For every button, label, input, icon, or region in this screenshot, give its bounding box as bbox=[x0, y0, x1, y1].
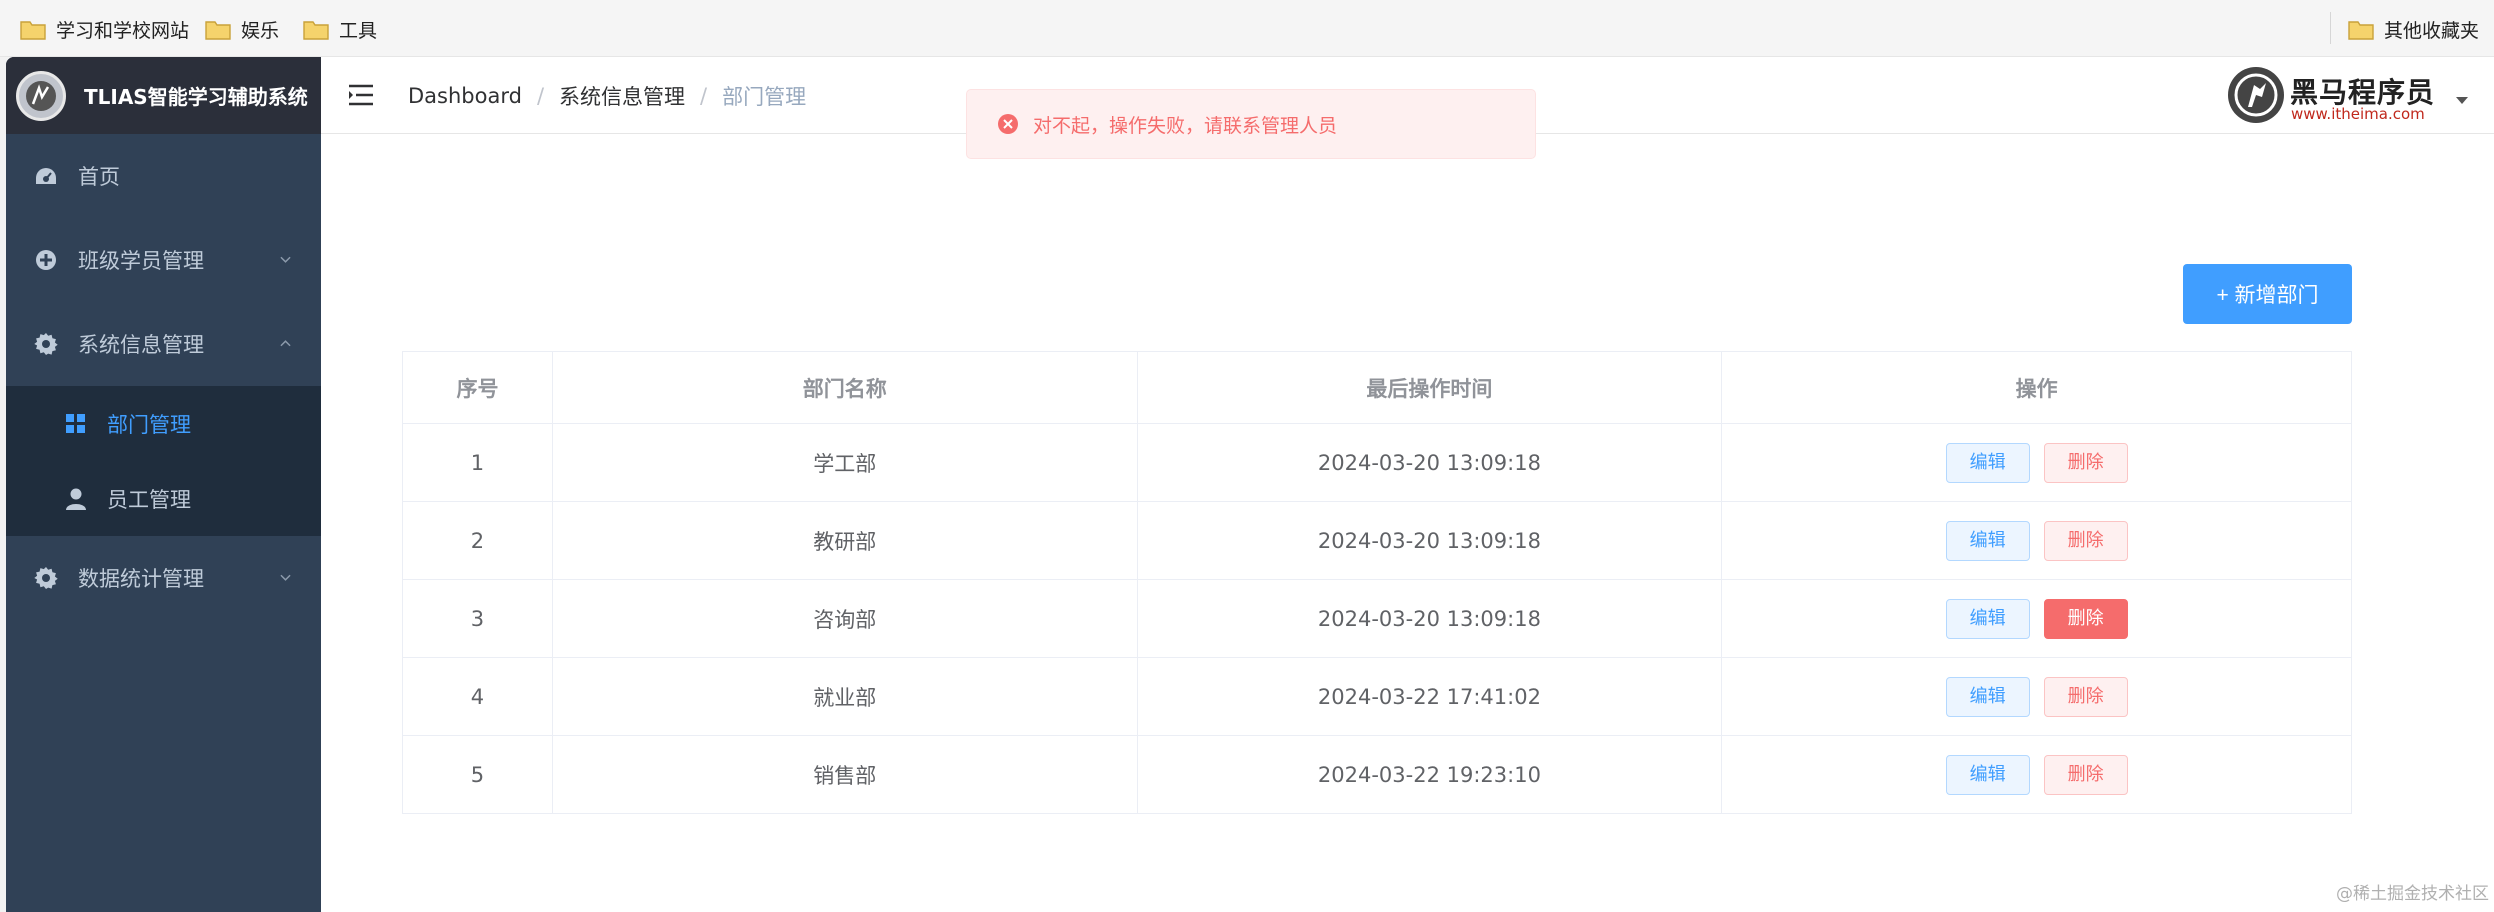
cell-index: 3 bbox=[402, 579, 553, 658]
cell-index: 4 bbox=[402, 657, 553, 736]
column-header-time: 最后操作时间 bbox=[1137, 351, 1723, 424]
add-department-button[interactable]: + 新增部门 bbox=[2183, 264, 2352, 324]
breadcrumb-separator: / bbox=[536, 84, 545, 108]
delete-button[interactable]: 删除 bbox=[2043, 520, 2128, 561]
cell-name: 销售部 bbox=[552, 735, 1138, 814]
plus-circle-icon bbox=[34, 248, 58, 272]
breadcrumb-system-info[interactable]: 系统信息管理 bbox=[559, 81, 685, 111]
table-row: 4 就业部 2024-03-22 17:41:02 编辑 删除 bbox=[402, 657, 2352, 736]
grid-icon bbox=[64, 412, 88, 436]
department-table: 序号 部门名称 最后操作时间 操作 1 学工部 2024-03-20 13:09… bbox=[402, 351, 2352, 814]
gear-icon bbox=[34, 566, 58, 590]
bookmark-divider bbox=[2330, 12, 2331, 44]
error-circle-icon bbox=[998, 114, 1018, 134]
bookmark-tools[interactable]: 工具 bbox=[303, 14, 377, 44]
folder-icon bbox=[20, 19, 46, 40]
user-brand-dropdown[interactable]: 黑马程序员 www.itheima.com bbox=[2228, 65, 2468, 125]
error-toast: 对不起，操作失败，请联系管理人员 bbox=[966, 89, 1536, 159]
breadcrumb: Dashboard / 系统信息管理 / 部门管理 bbox=[408, 81, 806, 111]
horse-logo-icon bbox=[2228, 67, 2284, 123]
menu-label: 首页 bbox=[78, 165, 120, 189]
column-header-name: 部门名称 bbox=[552, 351, 1138, 424]
breadcrumb-current: 部门管理 bbox=[722, 85, 807, 109]
folder-icon bbox=[303, 19, 329, 40]
brand-url: www.itheima.com bbox=[2291, 105, 2425, 123]
sidebar: TLIAS智能学习辅助系统 首页 班级学员管理 系统信息管理 部门管理 员工管理… bbox=[6, 57, 321, 912]
cell-actions: 编辑 删除 bbox=[1721, 501, 2352, 580]
breadcrumb-dashboard[interactable]: Dashboard bbox=[408, 84, 522, 108]
gear-icon bbox=[34, 332, 58, 356]
submenu-item-dept[interactable]: 部门管理 bbox=[6, 386, 321, 461]
cell-time: 2024-03-20 13:09:18 bbox=[1137, 423, 1723, 502]
cell-time: 2024-03-20 13:09:18 bbox=[1137, 501, 1723, 580]
folder-icon bbox=[2348, 19, 2374, 40]
delete-button[interactable]: 删除 bbox=[2043, 598, 2128, 639]
menu-item-home[interactable]: 首页 bbox=[6, 134, 321, 218]
submenu-label: 员工管理 bbox=[107, 487, 191, 512]
cell-actions: 编辑 删除 bbox=[1721, 579, 2352, 658]
table-row: 1 学工部 2024-03-20 13:09:18 编辑 删除 bbox=[402, 423, 2352, 502]
bookmark-label: 娱乐 bbox=[241, 19, 280, 42]
user-icon bbox=[64, 487, 88, 511]
submenu-label: 部门管理 bbox=[107, 412, 191, 437]
cell-actions: 编辑 删除 bbox=[1721, 735, 2352, 814]
bookmarks-bar: 学习和学校网站 娱乐 工具 其他收藏夹 bbox=[0, 0, 2494, 57]
bookmark-label: 其他收藏夹 bbox=[2384, 19, 2480, 42]
watermark: @稀土掘金技术社区 bbox=[2336, 884, 2489, 904]
table-row: 2 教研部 2024-03-20 13:09:18 编辑 删除 bbox=[402, 501, 2352, 580]
table-row: 3 咨询部 2024-03-20 13:09:18 编辑 删除 bbox=[402, 579, 2352, 658]
submenu-item-employee[interactable]: 员工管理 bbox=[6, 461, 321, 536]
bookmark-entertainment[interactable]: 娱乐 bbox=[205, 14, 279, 44]
delete-button[interactable]: 删除 bbox=[2043, 754, 2128, 795]
app-window: TLIAS智能学习辅助系统 首页 班级学员管理 系统信息管理 部门管理 员工管理… bbox=[6, 57, 2494, 912]
cell-actions: 编辑 删除 bbox=[1721, 423, 2352, 502]
menu-label: 系统信息管理 bbox=[78, 333, 204, 357]
edit-button[interactable]: 编辑 bbox=[1945, 598, 2030, 639]
menu-item-system-info[interactable]: 系统信息管理 bbox=[6, 302, 321, 386]
caret-down-icon bbox=[2456, 97, 2468, 104]
table-row: 5 销售部 2024-03-22 19:23:10 编辑 删除 bbox=[402, 735, 2352, 814]
logo-icon bbox=[16, 70, 66, 121]
cell-time: 2024-03-22 19:23:10 bbox=[1137, 735, 1723, 814]
cell-index: 2 bbox=[402, 501, 553, 580]
toast-message: 对不起，操作失败，请联系管理人员 bbox=[1033, 114, 1338, 137]
delete-button[interactable]: 删除 bbox=[2043, 676, 2128, 717]
edit-button[interactable]: 编辑 bbox=[1945, 754, 2030, 795]
bookmark-other[interactable]: 其他收藏夹 bbox=[2348, 14, 2479, 44]
bookmark-label: 学习和学校网站 bbox=[56, 19, 190, 42]
cell-name: 咨询部 bbox=[552, 579, 1138, 658]
menu-label: 班级学员管理 bbox=[78, 249, 204, 273]
table-header-row: 序号 部门名称 最后操作时间 操作 bbox=[402, 351, 2352, 424]
delete-button[interactable]: 删除 bbox=[2043, 442, 2128, 483]
cell-name: 就业部 bbox=[552, 657, 1138, 736]
cell-actions: 编辑 删除 bbox=[1721, 657, 2352, 736]
menu-toggle-icon[interactable] bbox=[348, 84, 374, 106]
chevron-down-icon bbox=[280, 574, 291, 581]
sidebar-logo[interactable]: TLIAS智能学习辅助系统 bbox=[6, 57, 321, 134]
folder-icon bbox=[205, 19, 231, 40]
dashboard-icon bbox=[34, 164, 58, 188]
chevron-down-icon bbox=[280, 256, 291, 263]
menu-item-statistics[interactable]: 数据统计管理 bbox=[6, 536, 321, 620]
cell-index: 1 bbox=[402, 423, 553, 502]
cell-index: 5 bbox=[402, 735, 553, 814]
edit-button[interactable]: 编辑 bbox=[1945, 442, 2030, 483]
submenu-system-info: 部门管理 员工管理 bbox=[6, 386, 321, 536]
bookmark-label: 工具 bbox=[339, 19, 378, 42]
cell-name: 学工部 bbox=[552, 423, 1138, 502]
cell-time: 2024-03-22 17:41:02 bbox=[1137, 657, 1723, 736]
breadcrumb-separator: / bbox=[700, 84, 708, 108]
edit-button[interactable]: 编辑 bbox=[1945, 676, 2030, 717]
bookmark-study[interactable]: 学习和学校网站 bbox=[20, 14, 189, 44]
chevron-up-icon bbox=[280, 340, 291, 347]
sidebar-title: TLIAS智能学习辅助系统 bbox=[84, 85, 308, 109]
menu-item-class-students[interactable]: 班级学员管理 bbox=[6, 218, 321, 302]
column-header-actions: 操作 bbox=[1721, 351, 2352, 424]
column-header-index: 序号 bbox=[402, 351, 553, 424]
menu-label: 数据统计管理 bbox=[78, 567, 204, 591]
edit-button[interactable]: 编辑 bbox=[1945, 520, 2030, 561]
cell-time: 2024-03-20 13:09:18 bbox=[1137, 579, 1723, 658]
cell-name: 教研部 bbox=[552, 501, 1138, 580]
